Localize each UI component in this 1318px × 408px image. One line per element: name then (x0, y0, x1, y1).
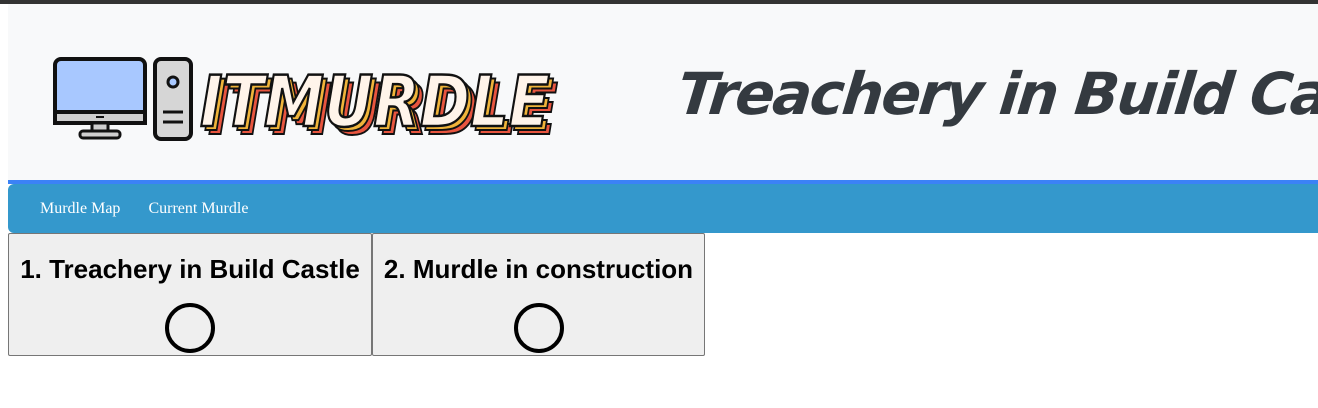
navbar: Murdle Map Current Murdle (8, 184, 1318, 233)
page-title: Treachery in Build Castle (674, 60, 1318, 128)
murdle-card-title: 2. Murdle in construction (383, 254, 694, 284)
empty-circle-icon (513, 303, 564, 353)
itmurdle-logo: ITMURDLE ITMURDLE ITMURDLE (53, 57, 559, 144)
murdle-card-title: 1. Treachery in Build Castle (20, 254, 360, 284)
nav-link-murdle-map[interactable]: Murdle Map (40, 200, 120, 218)
logo-text: ITMURDLE (200, 61, 550, 143)
murdle-list: 1. Treachery in Build Castle 2. Murdle i… (8, 233, 1318, 356)
page: ITMURDLE ITMURDLE ITMURDLE Treachery in … (8, 4, 1318, 356)
murdle-card-1[interactable]: 1. Treachery in Build Castle (8, 233, 372, 356)
murdle-card-2[interactable]: 2. Murdle in construction (372, 233, 705, 356)
computer-tower-icon (153, 57, 193, 141)
monitor-icon (53, 57, 147, 140)
site-header: ITMURDLE ITMURDLE ITMURDLE Treachery in … (8, 4, 1318, 184)
empty-circle-icon (165, 303, 215, 353)
nav-link-current-murdle[interactable]: Current Murdle (148, 200, 248, 218)
